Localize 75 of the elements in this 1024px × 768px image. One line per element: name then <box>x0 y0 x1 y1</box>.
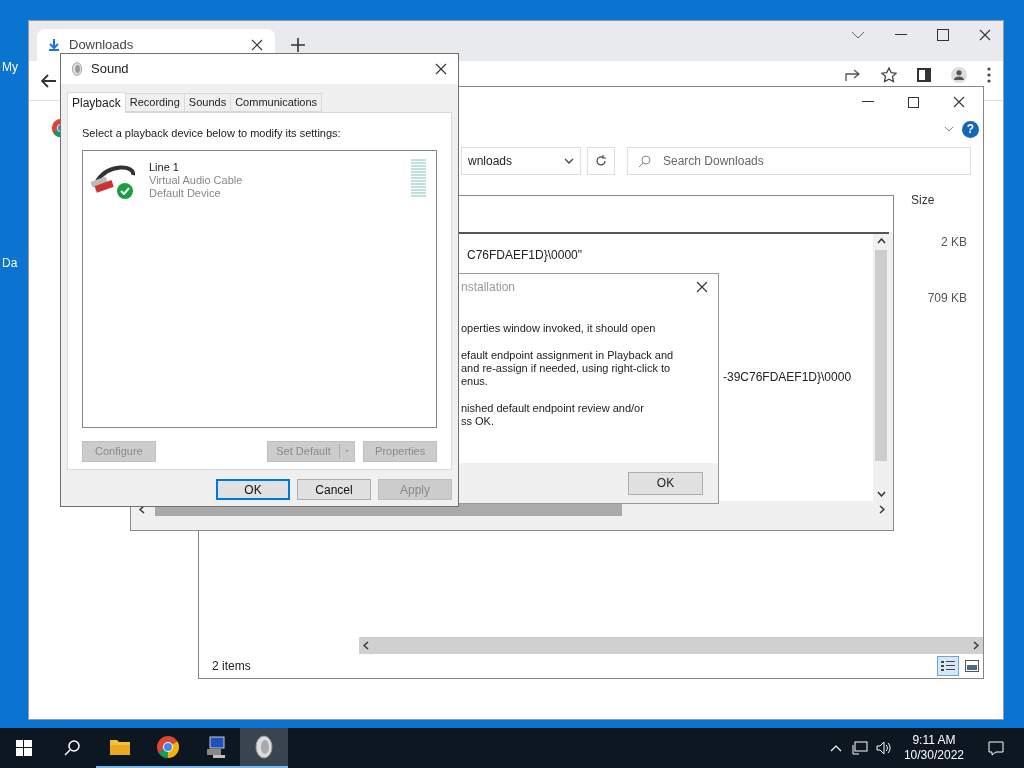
search-input[interactable]: Search Downloads <box>663 152 960 170</box>
close-icon[interactable] <box>953 96 965 108</box>
details-view-icon[interactable] <box>937 656 959 676</box>
speaker-icon <box>254 735 274 759</box>
scroll-up-icon <box>876 238 886 244</box>
windows-icon <box>16 740 32 756</box>
file-size: 709 KB <box>927 290 967 307</box>
ok-button[interactable]: OK <box>628 471 703 495</box>
network-icon[interactable] <box>851 741 868 755</box>
instruction-text: Select a playback device below to modify its settings: <box>82 126 342 141</box>
minimize-icon[interactable] <box>895 34 907 36</box>
scroll-down-icon <box>876 491 886 497</box>
status-text: 2 items <box>212 658 252 675</box>
clock[interactable]: 9:11 AM 10/30/2022 <box>899 733 968 763</box>
tab[interactable]: Communications <box>231 93 323 112</box>
browser-icon <box>156 735 180 759</box>
close-icon[interactable] <box>696 281 708 293</box>
vertical-scrollbar[interactable] <box>873 234 889 501</box>
audio-cable-icon <box>89 162 135 193</box>
share-icon[interactable] <box>845 68 861 82</box>
star-icon[interactable] <box>881 67 897 83</box>
device-status: Default Device <box>149 186 222 200</box>
chevron-down-icon[interactable] <box>851 31 865 39</box>
tab[interactable]: Sounds <box>184 93 232 112</box>
scroll-right-icon <box>879 505 885 514</box>
back-icon[interactable] <box>41 73 57 88</box>
dialog-button[interactable]: Cancel <box>297 479 371 500</box>
side-panel-icon[interactable] <box>917 68 931 82</box>
tab[interactable]: Playback <box>67 92 126 113</box>
minimize-icon[interactable] <box>862 101 874 103</box>
dialog-title: nstallation <box>461 279 517 296</box>
volume-icon[interactable] <box>875 741 892 755</box>
computer-icon <box>204 735 228 759</box>
log-line: C76FDAEF1D}\0000" <box>467 247 582 264</box>
search-icon <box>64 740 80 756</box>
column-header[interactable]: Size <box>903 177 983 213</box>
desktop-icon-label[interactable]: Da <box>2 254 18 272</box>
profile-icon[interactable] <box>951 67 967 83</box>
file-size: 2 KB <box>941 234 967 251</box>
notification-icon[interactable] <box>988 740 1004 756</box>
address-bar[interactable]: wnloads <box>461 147 581 175</box>
device-name: Line 1 <box>149 160 180 174</box>
refresh-icon <box>595 155 607 167</box>
new-tab-icon[interactable] <box>291 38 305 52</box>
refresh-button[interactable] <box>587 147 615 175</box>
chevron-down-icon <box>564 158 574 164</box>
dialog-message: efault endpoint assignment in Playback and and re-assign if needed, using right-click to enus. <box>461 349 675 388</box>
scroll-left-icon[interactable] <box>363 641 369 650</box>
close-icon[interactable] <box>251 39 263 51</box>
device-item[interactable]: Line 1 Virtual Audio Cable Default Device <box>89 156 430 201</box>
dialog-message: nished default endpoint review and/or ss OK. <box>461 402 645 428</box>
chevron-up-icon[interactable] <box>829 744 842 752</box>
taskbar-app[interactable] <box>240 728 288 768</box>
close-icon[interactable] <box>979 29 991 41</box>
search-icon <box>638 154 651 168</box>
window-title: Sound <box>91 60 130 79</box>
log-line: -39C76FDAEF1D}\0000 <box>723 369 852 386</box>
dialog-button[interactable]: OK <box>216 479 290 500</box>
dialog-message: operties window invoked, it should open <box>461 322 657 335</box>
more-icon[interactable] <box>987 67 991 83</box>
folder-icon <box>109 738 131 756</box>
maximize-icon[interactable] <box>937 29 949 41</box>
search-field[interactable]: Search Downloads <box>627 147 971 175</box>
level-meter-icon <box>411 158 426 199</box>
tab[interactable]: Recording <box>125 93 185 112</box>
help-icon[interactable]: ? <box>962 120 979 138</box>
close-icon[interactable] <box>435 63 447 75</box>
maximize-icon[interactable] <box>908 96 919 108</box>
chevron-down-icon[interactable] <box>944 126 954 132</box>
desktop-icon-label[interactable]: My <box>2 58 18 76</box>
scroll-right-icon[interactable] <box>973 641 979 650</box>
download-icon <box>49 39 59 51</box>
device-description: Virtual Audio Cable <box>149 173 244 187</box>
thumbnail-view-icon[interactable] <box>965 660 979 672</box>
speaker-icon <box>71 62 83 76</box>
